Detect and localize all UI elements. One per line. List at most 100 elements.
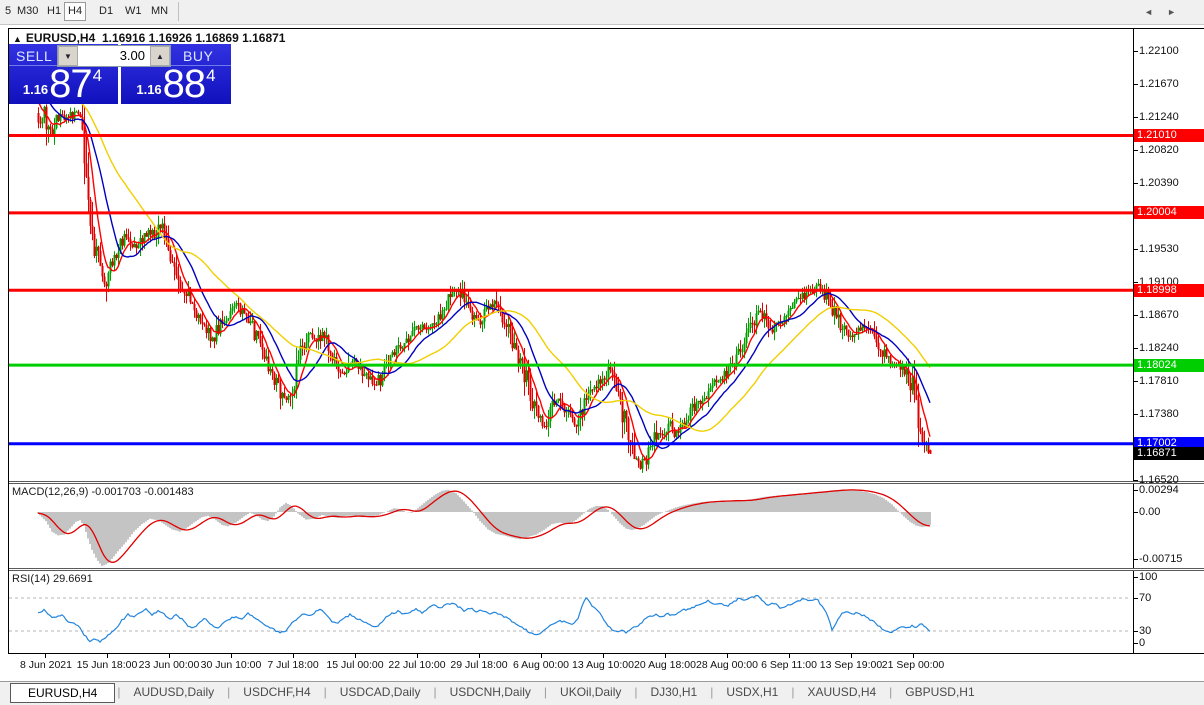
tab-ukoil-daily[interactable]: UKOil,Daily: [547, 682, 634, 703]
buy-price-big: 88: [163, 66, 206, 102]
price-axis-label: 1.18240: [1139, 343, 1179, 354]
tab-audusd-daily[interactable]: AUDUSD,Daily: [120, 682, 227, 703]
sell-price: 1.16 87 4: [9, 66, 116, 102]
price-axis-tick: [1133, 381, 1138, 382]
timeframe-button-mn[interactable]: MN: [148, 3, 171, 20]
spinner-down-icon: ▼: [64, 52, 72, 61]
price-axis-label: 1.20820: [1139, 145, 1179, 156]
price-axis-label: 1.19530: [1139, 244, 1179, 255]
tab-usdcad-daily[interactable]: USDCAD,Daily: [327, 682, 434, 703]
buy-price-prefix: 1.16: [136, 82, 161, 97]
timeframe-toolbar: 5M30H1H4 D1 W1MN: [0, 0, 1204, 25]
time-axis-tick: [789, 654, 790, 658]
price-axis-tick: [1133, 249, 1138, 250]
macd-axis-tick: [1133, 490, 1138, 491]
mid-ma-line: [38, 88, 930, 449]
window-border-bottom: [8, 653, 1204, 654]
sell-price-prefix: 1.16: [23, 82, 48, 97]
macd-axis-label: 0.00: [1139, 507, 1160, 518]
price-axis-label: 1.17810: [1139, 376, 1179, 387]
tab-usdx-h1[interactable]: USDX,H1: [713, 682, 791, 703]
level-price-tag[interactable]: 1.20004: [1134, 206, 1204, 219]
macd-histogram: [38, 490, 930, 566]
lot-size-input[interactable]: 3.00: [78, 46, 150, 66]
tab-xauusd-h4[interactable]: XAUUSD,H4: [794, 682, 889, 703]
buy-price-pip: 4: [206, 66, 215, 86]
timeframe-button-5[interactable]: 5: [2, 3, 14, 20]
buy-price: 1.16 88 4: [121, 66, 231, 102]
rsi-axis-label: 0: [1139, 638, 1145, 649]
timeframe-button-h1[interactable]: H1: [44, 3, 64, 20]
price-axis-tick: [1133, 117, 1138, 118]
tab-scroll-left-icon[interactable]: ◄: [1144, 7, 1167, 17]
rsi-axis-tick: [1133, 631, 1138, 632]
macd-axis-tick: [1133, 559, 1138, 560]
time-axis-tick: [355, 654, 356, 658]
timeframe-button-h4[interactable]: H4: [64, 2, 86, 21]
time-axis-tick: [417, 654, 418, 658]
macd-axis-tick: [1133, 512, 1138, 513]
time-axis-tick: [231, 654, 232, 658]
macd-label: MACD(12,26,9) -0.001703 -0.001483: [12, 486, 194, 498]
current-price-tag: 1.16871: [1134, 447, 1204, 460]
lot-increase-button[interactable]: ▲: [150, 46, 170, 66]
time-axis-tick: [603, 654, 604, 658]
timeframe-button-d1[interactable]: D1: [96, 3, 116, 20]
time-axis-label: 21 Sep 00:00: [868, 659, 958, 671]
tab-dj30-h1[interactable]: DJ30,H1: [638, 682, 711, 703]
time-axis-tick: [45, 654, 46, 658]
time-axis-tick: [169, 654, 170, 658]
tab-scroll-arrows: ◄►: [1144, 7, 1190, 17]
mt4-terminal: 5M30H1H4D1W1MN ▲EURUSD,H4 1.16916 1.1692…: [0, 0, 1204, 705]
tab-gbpusd-h1[interactable]: GBPUSD,H1: [892, 682, 987, 703]
price-axis-tick: [1133, 84, 1138, 85]
rsi-axis-tick: [1133, 643, 1138, 644]
time-axis-tick: [665, 654, 666, 658]
rsi-axis-label: 100: [1139, 572, 1157, 583]
price-axis-tick: [1133, 414, 1138, 415]
rsi-label: RSI(14) 29.6691: [12, 573, 93, 585]
macd-axis-label: 0.00294: [1139, 485, 1179, 496]
sell-price-pip: 4: [93, 66, 102, 86]
rsi-line: [38, 596, 930, 643]
price-axis-label: 1.21240: [1139, 112, 1179, 123]
timeframe-button-m30[interactable]: M30: [14, 3, 41, 20]
level-price-tag[interactable]: 1.18024: [1134, 359, 1204, 372]
price-axis-label: 1.20390: [1139, 178, 1179, 189]
rsi-axis-tick: [1133, 577, 1138, 578]
price-axis-tick: [1133, 315, 1138, 316]
time-axis-tick: [293, 654, 294, 658]
chart-tab-bar: EURUSD,H4|AUDUSD,Daily|USDCHF,H4|USDCAD,…: [0, 681, 1204, 705]
price-axis-tick: [1133, 348, 1138, 349]
tab-usdchf-h4[interactable]: USDCHF,H4: [230, 682, 323, 703]
price-axis-tick: [1133, 282, 1138, 283]
lot-decrease-button[interactable]: ▼: [58, 46, 78, 66]
price-axis-tick: [1133, 51, 1138, 52]
tab-usdcnh-daily[interactable]: USDCNH,Daily: [437, 682, 544, 703]
rsi-axis-tick: [1133, 598, 1138, 599]
price-axis-label: 1.22100: [1139, 46, 1179, 57]
time-axis-tick: [479, 654, 480, 658]
macd-axis-label: -0.00715: [1139, 554, 1182, 565]
sell-button-label: SELL: [16, 48, 52, 64]
candles: [38, 101, 932, 473]
time-axis-tick: [107, 654, 108, 658]
time-axis-tick: [541, 654, 542, 658]
spinner-up-icon: ▲: [156, 52, 164, 61]
rsi-indicator-canvas[interactable]: [9, 571, 1133, 653]
rsi-axis-label: 30: [1139, 626, 1151, 637]
tab-eurusd-h4[interactable]: EURUSD,H4: [10, 683, 115, 703]
level-price-tag[interactable]: 1.21010: [1134, 129, 1204, 142]
tab-scroll-right-icon[interactable]: ►: [1167, 7, 1190, 17]
price-axis-tick: [1133, 150, 1138, 151]
level-price-tag[interactable]: 1.18998: [1134, 284, 1204, 297]
sell-price-big: 87: [49, 66, 92, 102]
toolbar-separator: [178, 2, 179, 21]
lot-size-spinner: ▼ 3.00 ▲: [57, 45, 171, 67]
price-axis-tick: [1133, 480, 1138, 481]
time-axis-tick: [851, 654, 852, 658]
timeframe-button-w1[interactable]: W1: [122, 3, 145, 20]
price-axis-label: 1.21670: [1139, 79, 1179, 90]
time-axis-tick: [913, 654, 914, 658]
one-click-trading-panel: SELL 1.16 87 4 BUY 1.16 88 4 ▼ 3.00 ▲: [9, 44, 231, 104]
